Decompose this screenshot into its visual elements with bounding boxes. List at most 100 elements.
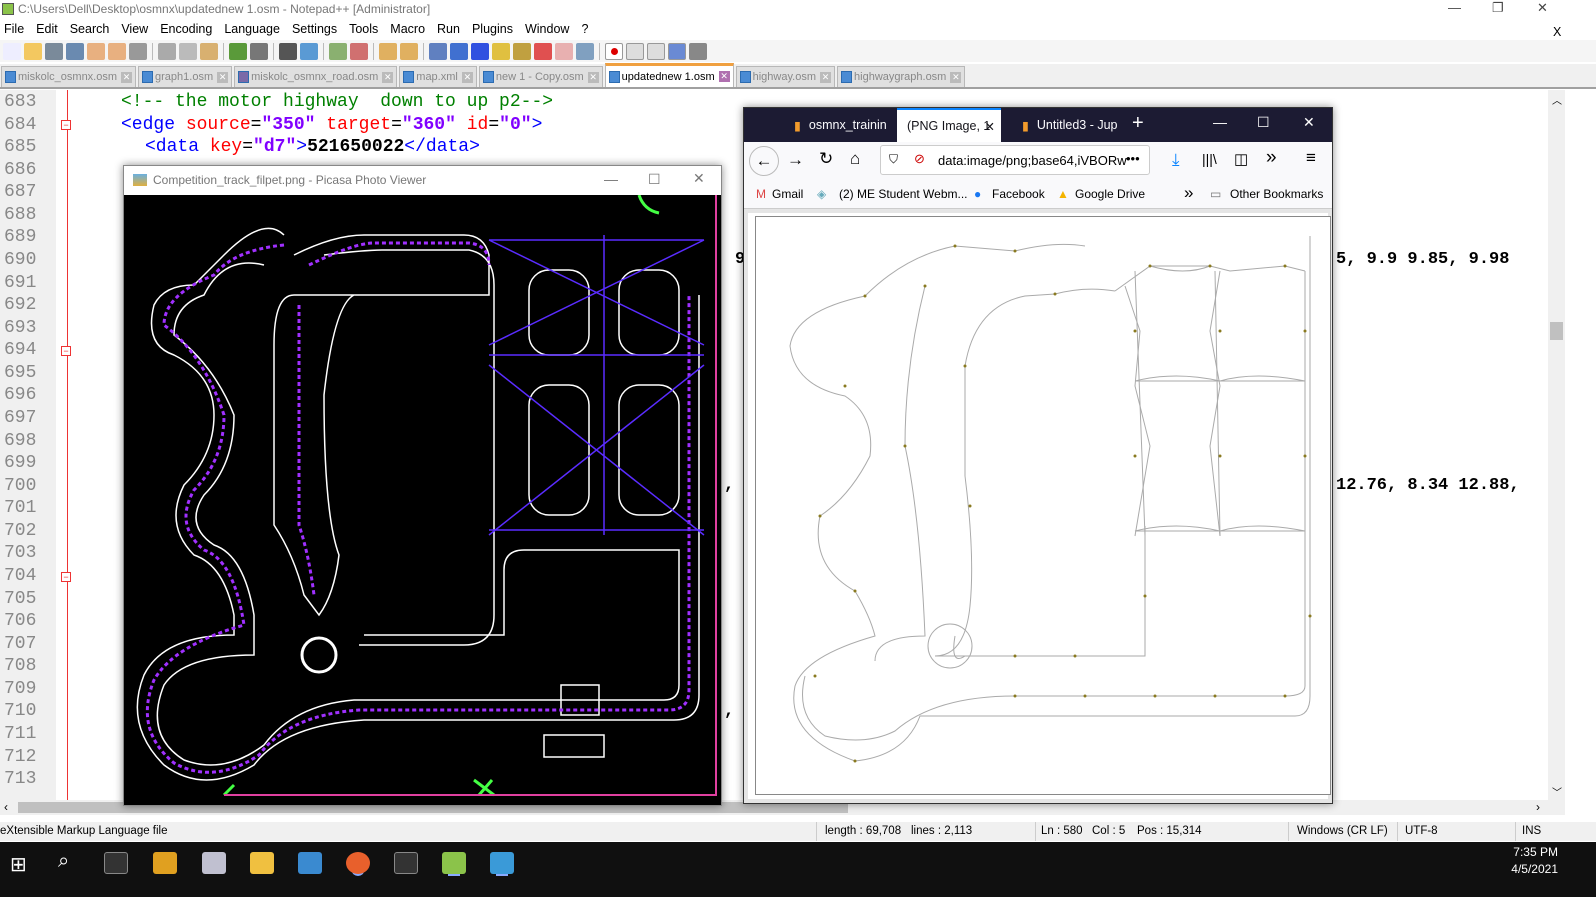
control-panel-icon[interactable]: [298, 852, 322, 874]
menu-view[interactable]: View: [121, 19, 154, 39]
sidebar-icon[interactable]: ◫: [1234, 150, 1248, 168]
tab-updatednew-1[interactable]: updatednew 1.osm ✕: [604, 63, 734, 87]
photos-taskbar-icon[interactable]: [490, 852, 514, 874]
show-all-chars-icon[interactable]: [450, 42, 468, 60]
ff-tab-png-image[interactable]: (PNG Image, 1 ✕: [897, 108, 1001, 142]
vertical-scrollbar[interactable]: ︿ ﹀: [1548, 90, 1565, 800]
close-file-icon[interactable]: [87, 42, 105, 60]
cut-icon[interactable]: [158, 42, 176, 60]
menu-macro[interactable]: Macro: [390, 19, 431, 39]
save-all-icon[interactable]: [66, 42, 84, 60]
stop-macro-icon[interactable]: [626, 42, 644, 60]
maximize-button[interactable]: ☐: [648, 171, 661, 188]
minimize-button[interactable]: —: [1448, 0, 1461, 15]
indent-guide-icon[interactable]: [471, 42, 489, 60]
copy-icon[interactable]: [179, 42, 197, 60]
open-file-icon[interactable]: [24, 42, 42, 60]
ff-tab-osmnx-training[interactable]: ▮ osmnx_trainin: [784, 108, 896, 142]
url-bar[interactable]: ⛉ ⊘ data:image/png;base64,iVBORw •••: [880, 145, 1150, 175]
reload-button[interactable]: ↻: [819, 149, 833, 169]
close-tab-icon[interactable]: ✕: [718, 71, 730, 82]
new-file-icon[interactable]: [3, 42, 21, 60]
scroll-left-icon[interactable]: ‹: [4, 800, 8, 814]
maximize-button[interactable]: ❐: [1492, 0, 1504, 16]
user-language-icon[interactable]: [492, 42, 510, 60]
menu-plugins[interactable]: Plugins: [472, 19, 519, 39]
menu-help[interactable]: ?: [581, 19, 594, 39]
minimize-button[interactable]: —: [604, 171, 618, 187]
menu-window[interactable]: Window: [525, 19, 575, 39]
bookmarks-overflow-icon[interactable]: »: [1184, 183, 1193, 203]
home-button[interactable]: ⌂: [850, 149, 860, 169]
bookmark-google-drive[interactable]: Google Drive: [1075, 187, 1145, 201]
file-explorer-icon[interactable]: [250, 852, 274, 874]
close-all-icon[interactable]: [108, 42, 126, 60]
close-tab-icon[interactable]: ✕: [820, 71, 832, 83]
tab-graph1[interactable]: graph1.osm ✕: [138, 66, 233, 87]
downloads-icon[interactable]: ⤓: [1172, 150, 1180, 170]
ff-tab-untitled3[interactable]: ▮ Untitled3 - Jup: [1012, 108, 1124, 142]
menu-run[interactable]: Run: [437, 19, 466, 39]
save-icon[interactable]: [45, 42, 63, 60]
word-wrap-icon[interactable]: [429, 42, 447, 60]
close-button[interactable]: ✕: [693, 170, 705, 187]
replace-icon[interactable]: [300, 42, 318, 60]
close-tab-icon[interactable]: ✕: [121, 71, 133, 83]
menu-file[interactable]: File: [4, 19, 30, 39]
close-tab-icon[interactable]: ✕: [217, 71, 229, 83]
hamburger-menu-icon[interactable]: ≡: [1306, 148, 1316, 168]
scroll-right-icon[interactable]: ›: [1536, 800, 1540, 814]
redo-icon[interactable]: [250, 42, 268, 60]
bookmark-facebook[interactable]: Facebook: [992, 187, 1045, 201]
scroll-up-icon[interactable]: ︿: [1552, 92, 1562, 107]
undo-icon[interactable]: [229, 42, 247, 60]
terminal-icon[interactable]: [394, 852, 418, 874]
tab-map-xml[interactable]: map.xml ✕: [399, 66, 477, 87]
sync-horizontal-icon[interactable]: [400, 42, 418, 60]
tab-miskolc-osmnx[interactable]: miskolc_osmnx.osm ✕: [1, 66, 137, 87]
maximize-button[interactable]: ☐: [1257, 114, 1270, 131]
page-actions-icon[interactable]: •••: [1126, 151, 1140, 166]
firefox-taskbar-icon[interactable]: [346, 852, 370, 874]
function-list-icon[interactable]: [534, 42, 552, 60]
notepad-plus-plus-taskbar-icon[interactable]: [442, 852, 466, 874]
save-macro-icon[interactable]: [689, 42, 707, 60]
tab-highway[interactable]: highway.osm ✕: [735, 66, 836, 87]
fold-toggle-icon[interactable]: −: [61, 572, 71, 582]
run-macro-multiple-icon[interactable]: [668, 42, 686, 60]
zoom-out-icon[interactable]: [350, 42, 368, 60]
search-icon[interactable]: ⌕: [58, 850, 69, 873]
close-document-button[interactable]: X: [1553, 22, 1567, 39]
fold-toggle-icon[interactable]: −: [61, 120, 71, 130]
close-button[interactable]: ✕: [1537, 0, 1548, 16]
fold-toggle-icon[interactable]: −: [61, 346, 71, 356]
picasa-taskbar-icon[interactable]: [202, 852, 226, 874]
paste-icon[interactable]: [200, 42, 218, 60]
minimize-button[interactable]: —: [1213, 114, 1227, 130]
sync-vertical-icon[interactable]: [379, 42, 397, 60]
tab-miskolc-osmnx-road[interactable]: miskolc_osmnx_road.osm ✕: [234, 66, 398, 87]
print-icon[interactable]: [129, 42, 147, 60]
library-icon[interactable]: |||\: [1202, 151, 1217, 167]
close-tab-icon[interactable]: ✕: [985, 119, 995, 134]
zoom-in-icon[interactable]: [329, 42, 347, 60]
menu-search[interactable]: Search: [70, 19, 116, 39]
close-button[interactable]: ✕: [1303, 114, 1315, 131]
new-tab-button[interactable]: +: [1132, 112, 1144, 135]
close-tab-icon[interactable]: ✕: [950, 71, 962, 83]
document-map-icon[interactable]: [513, 42, 531, 60]
menu-language[interactable]: Language: [224, 19, 286, 39]
forward-button[interactable]: →: [787, 150, 804, 170]
bookmark-gmail[interactable]: Gmail: [772, 187, 803, 201]
close-tab-icon[interactable]: ✕: [587, 71, 599, 83]
back-button[interactable]: ←: [749, 146, 779, 176]
menu-encoding[interactable]: Encoding: [160, 19, 218, 39]
menu-settings[interactable]: Settings: [292, 19, 343, 39]
scroll-down-icon[interactable]: ﹀: [1552, 784, 1562, 799]
folder-workspace-icon[interactable]: [555, 42, 573, 60]
find-icon[interactable]: [279, 42, 297, 60]
monitoring-icon[interactable]: [576, 42, 594, 60]
scroll-thumb[interactable]: [1550, 322, 1563, 340]
windows-start-icon[interactable]: ⊞: [10, 852, 27, 877]
media-player-icon[interactable]: [153, 852, 177, 874]
